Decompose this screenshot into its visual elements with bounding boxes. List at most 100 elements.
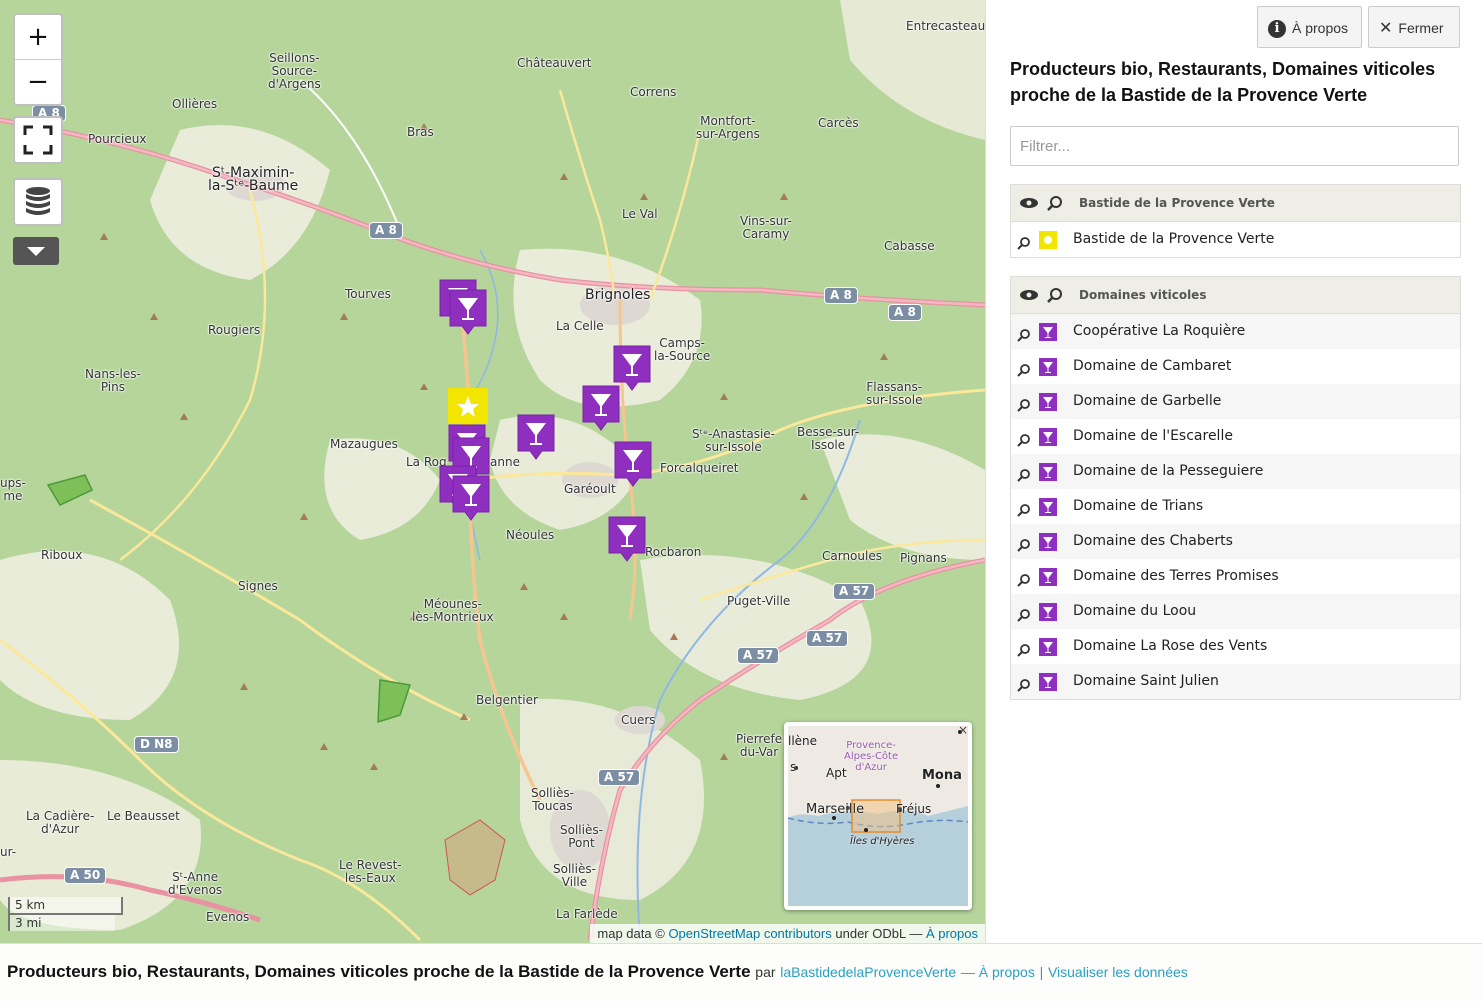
minimap-label: Îles d'Hyères: [850, 836, 915, 847]
list-item[interactable]: Domaine des Terres Promises: [1011, 559, 1460, 594]
place-label: Seillons- Source-d'Argens: [268, 51, 321, 91]
close-button[interactable]: ✕ Fermer: [1368, 6, 1460, 48]
list-item[interactable]: Domaine de Cambaret: [1011, 349, 1460, 384]
feature-name: Domaine de Garbelle: [1073, 393, 1222, 409]
filter-input[interactable]: [1010, 126, 1459, 166]
wine-glass-icon: [1039, 673, 1057, 691]
place-label: Carnoules: [822, 549, 882, 563]
wine-marker[interactable]: [516, 413, 556, 461]
author-link[interactable]: laBastidedelaProvenceVerte: [780, 964, 956, 980]
wine-marker[interactable]: [607, 515, 647, 563]
list-item[interactable]: Domaine de la Pesseguiere: [1011, 454, 1460, 489]
wine-marker[interactable]: [581, 384, 621, 432]
place-label: Nans-les- Pins: [85, 367, 141, 394]
list-item[interactable]: Domaine La Rose des Vents: [1011, 629, 1460, 664]
list-item[interactable]: Domaine de Garbelle: [1011, 384, 1460, 419]
wine-glass-icon: [1039, 638, 1057, 656]
wine-glass-icon: [1039, 533, 1057, 551]
place-label: Belgentier: [476, 693, 538, 707]
zoom-to-feature-icon[interactable]: [1017, 237, 1031, 251]
zoom-to-feature-icon[interactable]: [1017, 574, 1031, 588]
road-shield: A 8: [888, 304, 922, 321]
list-item[interactable]: Bastide de la Provence Verte: [1011, 222, 1460, 257]
list-item[interactable]: Domaine de l'Escarelle: [1011, 419, 1460, 454]
info-icon: i: [1268, 20, 1286, 39]
zoom-to-feature-icon[interactable]: [1017, 329, 1031, 343]
star-icon: [1039, 231, 1057, 249]
place-label: La Farlède: [556, 907, 618, 921]
view-data-link[interactable]: Visualiser les données: [1048, 964, 1188, 980]
layer-domaines: Domaines viticoles Coopérative La Roquiè…: [1010, 276, 1461, 700]
footer-separator: |: [1039, 964, 1044, 980]
minimap[interactable]: llène Provence- Alpes-Côte d'Azur Apt Mona…: [784, 722, 972, 910]
map-view[interactable]: Seillons- Source-d'Argens Châteauvert Ent…: [0, 0, 985, 943]
layers-button[interactable]: [13, 178, 63, 226]
osm-link[interactable]: OpenStreetMap contributors: [668, 926, 831, 941]
zoom-to-feature-icon[interactable]: [1017, 539, 1031, 553]
road-shield: A 8: [369, 222, 403, 239]
road-shield: D N8: [134, 736, 179, 753]
wine-marker[interactable]: [613, 440, 653, 488]
attribution-prefix: map data ©: [597, 926, 665, 941]
feature-name: Domaine des Terres Promises: [1073, 568, 1279, 584]
road-shield: A 50: [64, 867, 107, 884]
wine-glass-icon: [1039, 393, 1057, 411]
zoom-to-feature-icon[interactable]: [1017, 644, 1031, 658]
eye-icon[interactable]: [1019, 289, 1039, 301]
bastide-marker[interactable]: [448, 388, 488, 432]
minimap-label: Fréjus: [896, 802, 932, 816]
zoom-to-feature-icon[interactable]: [1017, 434, 1031, 448]
road-shield: A 57: [737, 647, 780, 664]
place-label: Le Val: [622, 207, 658, 221]
minimap-label: Mona: [922, 768, 962, 783]
wine-glass-icon: [1039, 568, 1057, 586]
place-label: Montfort-sur-Argens: [696, 114, 760, 141]
feature-name: Bastide de la Provence Verte: [1073, 231, 1275, 247]
about-button[interactable]: i À propos: [1257, 6, 1362, 48]
attribution-about-link[interactable]: À propos: [926, 926, 978, 941]
zoom-to-feature-icon[interactable]: [1017, 679, 1031, 693]
wine-marker[interactable]: [451, 474, 491, 522]
wine-glass-icon: [1039, 603, 1057, 621]
wine-glass-icon: [517, 414, 555, 460]
zoom-to-feature-icon[interactable]: [1017, 469, 1031, 483]
wine-glass-icon: [1039, 323, 1057, 341]
place-label: Flassans-sur-Issole: [866, 380, 923, 407]
place-label: Cuers: [621, 713, 656, 727]
place-label: Tourves: [345, 287, 391, 301]
minimap-label: s: [790, 760, 797, 774]
place-label: Pignans: [900, 551, 947, 565]
place-label: Pourcieux: [88, 132, 147, 146]
list-item[interactable]: Domaine de Trians: [1011, 489, 1460, 524]
eye-icon[interactable]: [1019, 197, 1039, 209]
zoom-to-layer-icon[interactable]: [1047, 288, 1063, 304]
wine-marker[interactable]: [448, 288, 488, 336]
minimap-label: llène: [788, 734, 818, 748]
fullscreen-button[interactable]: [13, 116, 63, 164]
footer-about-link[interactable]: — À propos: [961, 964, 1035, 980]
zoom-to-feature-icon[interactable]: [1017, 504, 1031, 518]
zoom-control: + −: [13, 13, 63, 106]
place-label: Camps-la-Source: [654, 336, 711, 363]
zoom-to-feature-icon[interactable]: [1017, 399, 1031, 413]
feature-name: Domaine du Loou: [1073, 603, 1197, 619]
list-item[interactable]: Domaine Saint Julien: [1011, 664, 1460, 699]
place-label: La Celle: [556, 319, 604, 333]
zoom-to-layer-icon[interactable]: [1047, 196, 1063, 212]
place-label: Sᵗ-Anne d'Evenos: [168, 870, 223, 897]
zoom-to-feature-icon[interactable]: [1017, 364, 1031, 378]
zoom-in-button[interactable]: +: [15, 15, 61, 59]
minimap-close-icon[interactable]: ×: [958, 724, 968, 736]
zoom-out-button[interactable]: −: [15, 59, 61, 104]
place-label: Ollières: [172, 97, 218, 111]
attribution-license: under ODbL —: [835, 926, 923, 941]
list-item[interactable]: Coopérative La Roquière: [1011, 314, 1460, 349]
close-button-label: Fermer: [1398, 20, 1444, 36]
layer-bastide: Bastide de la Provence Verte Bastide de …: [1010, 184, 1461, 258]
list-item[interactable]: Domaine des Chaberts: [1011, 524, 1460, 559]
road-shield: A 8: [824, 287, 858, 304]
list-item[interactable]: Domaine du Loou: [1011, 594, 1460, 629]
side-panel: i À propos ✕ Fermer Producteurs bio, Resta…: [985, 0, 1482, 943]
zoom-to-feature-icon[interactable]: [1017, 609, 1031, 623]
more-controls-button[interactable]: [13, 237, 59, 265]
